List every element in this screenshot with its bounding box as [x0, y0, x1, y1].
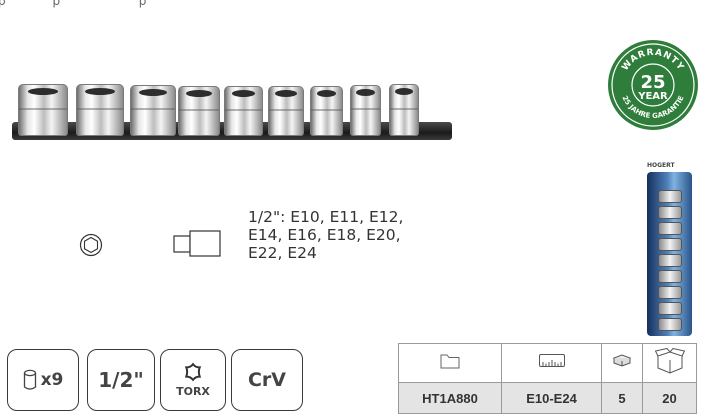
warranty-badge: WARRANTY 25 JAHRE GARANTIE 25 YEAR	[608, 40, 698, 130]
drive-size-label: 1/2"	[98, 368, 144, 392]
socket-e22	[76, 84, 124, 136]
socket-e16	[224, 86, 263, 136]
package-socket	[658, 206, 682, 219]
package-socket	[658, 238, 682, 251]
header-cell-pack-qty	[601, 343, 643, 383]
cell-pack-qty: 5	[601, 382, 643, 414]
ruler-icon	[538, 354, 565, 367]
product-info-table: HT1A880 E10-E24 5 20	[398, 343, 697, 414]
top-cropped-text-strip: p p p	[0, 0, 704, 10]
package-socket	[658, 254, 682, 267]
table-header-row	[398, 343, 697, 383]
folder-icon	[440, 354, 460, 368]
spec-line: 1/2": E10, E11, E12,	[248, 208, 404, 226]
torx-icon	[184, 362, 202, 382]
square-drive-icon	[173, 230, 221, 257]
cell-range: E10-E24	[501, 382, 602, 414]
package-socket	[658, 270, 682, 283]
package-socket	[658, 286, 682, 299]
socket-e18	[178, 86, 220, 136]
cell-code: HT1A880	[398, 382, 502, 414]
socket-e11	[350, 85, 381, 136]
package-socket	[658, 222, 682, 235]
box-icon	[612, 353, 632, 367]
socket-e20	[130, 85, 176, 136]
socket-e12	[310, 86, 343, 136]
socket-size-spec: 1/2": E10, E11, E12, E14, E16, E18, E20,…	[248, 208, 403, 262]
header-cell-range	[501, 343, 602, 383]
socket-e24	[18, 84, 68, 136]
warranty-unit: YEAR	[637, 91, 668, 102]
quantity-label: x9	[40, 370, 64, 390]
package-socket	[658, 302, 682, 315]
table-row: HT1A880 E10-E24 5 20	[398, 382, 697, 414]
hex-socket-icon	[79, 233, 103, 257]
socket-e10	[389, 84, 419, 136]
spec-line: E22, E24	[248, 244, 317, 262]
package-brand: HOGERT	[647, 162, 675, 169]
header-cell-carton-qty	[642, 343, 697, 383]
feature-torx-box: TORX	[160, 349, 226, 411]
warranty-years: 25	[640, 72, 665, 93]
package-image: HOGERT	[644, 162, 695, 338]
socket-icon	[23, 369, 36, 390]
material-label: CrV	[247, 369, 287, 391]
header-cell-code	[398, 343, 502, 383]
package-socket	[658, 190, 682, 203]
cell-carton-qty: 20	[642, 382, 697, 414]
feature-drive-size-box: 1/2"	[87, 349, 155, 411]
carton-icon	[654, 347, 685, 374]
package-blister-card	[647, 172, 692, 336]
product-photo-sockets-on-rail	[12, 78, 452, 148]
cropped-text: p p p	[0, 0, 147, 8]
spec-line: E14, E16, E18, E20,	[248, 226, 401, 244]
package-socket	[658, 318, 682, 331]
socket-e14	[268, 86, 304, 136]
feature-material-box: CrV	[231, 349, 303, 411]
feature-quantity-box: x9	[7, 349, 79, 411]
torx-label: TORX	[176, 385, 210, 398]
